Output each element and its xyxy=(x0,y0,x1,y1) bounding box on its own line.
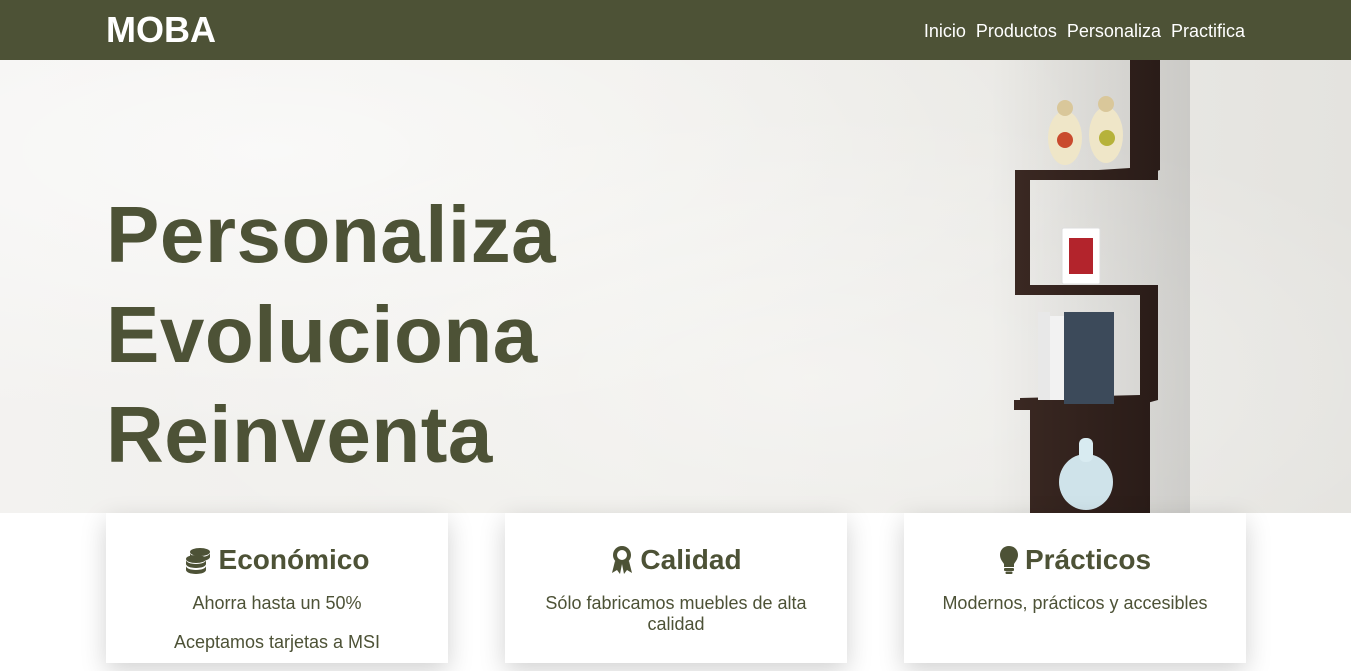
feature-card-calidad: Calidad Sólo fabricamos muebles de alta … xyxy=(505,513,847,663)
hero-line-personaliza: Personaliza xyxy=(106,190,557,279)
logo[interactable]: MOBA xyxy=(106,10,216,50)
feature-title-practicos-label: Prácticos xyxy=(1024,544,1152,575)
nav-link-practifica[interactable]: Practifica xyxy=(1171,20,1245,42)
coins-icon xyxy=(185,548,210,574)
main-nav: Inicio Productos Personaliza Practifica xyxy=(924,20,1245,42)
feature-card-practicos: Prácticos Modernos, prácticos y accesibl… xyxy=(904,513,1246,663)
feature-title-calidad: Calidad xyxy=(505,543,847,577)
nav-link-personaliza[interactable]: Personaliza xyxy=(1067,20,1161,42)
lightbulb-icon xyxy=(999,546,1018,574)
nav-link-inicio[interactable]: Inicio xyxy=(924,20,966,42)
feature-text-calidad: Sólo fabricamos muebles de alta calidad xyxy=(545,593,807,634)
site-header: MOBA Inicio Productos Personaliza Practi… xyxy=(0,0,1351,60)
hero-line-reinventa: Reinventa xyxy=(106,390,493,479)
hero-banner: Personaliza Evoluciona Reinventa xyxy=(0,60,1351,513)
hero-title: Personaliza Evoluciona Reinventa xyxy=(106,185,556,485)
feature-card-economico: Económico Ahorra hasta un 50% Aceptamos … xyxy=(106,513,448,663)
hero-line-evoluciona: Evoluciona xyxy=(106,290,538,379)
feature-title-economico-label: Económico xyxy=(218,544,370,575)
feature-title-calidad-label: Calidad xyxy=(640,544,742,575)
nav-link-productos[interactable]: Productos xyxy=(976,20,1057,42)
feature-text-msi: Aceptamos tarjetas a MSI xyxy=(173,632,381,652)
feature-title-economico: Económico xyxy=(106,543,448,577)
feature-title-practicos: Prácticos xyxy=(904,543,1246,577)
corner-shelf-image xyxy=(990,60,1190,513)
award-icon xyxy=(612,546,633,574)
feature-text-ahorra: Ahorra hasta un 50% xyxy=(192,593,362,613)
feature-text-practicos: Modernos, prácticos y accesibles xyxy=(942,593,1208,613)
